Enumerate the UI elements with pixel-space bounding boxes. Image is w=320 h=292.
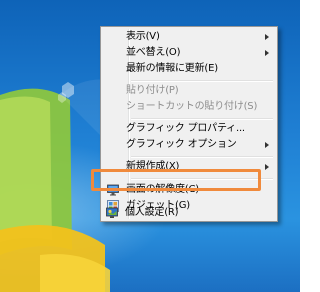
- menu-item-label: グラフィック プロパティ...: [126, 123, 245, 134]
- menu-item-paste-shortcut[interactable]: ショートカットの貼り付け(S): [103, 99, 275, 115]
- menu-item-sort[interactable]: 並べ替え(O): [103, 45, 275, 61]
- menu-item-personalize[interactable]: 個人設定(R): [102, 205, 276, 221]
- menu-item-refresh[interactable]: 最新の情報に更新(E): [103, 61, 275, 77]
- menu-item-label: 最新の情報に更新(E): [126, 63, 218, 74]
- menu-item-label: 表示(V): [126, 31, 160, 42]
- menu-item-graphics-properties[interactable]: グラフィック プロパティ...: [103, 121, 275, 137]
- menu-separator: [131, 118, 273, 120]
- menu-item-label: 貼り付け(P): [126, 85, 179, 96]
- menu-separator: [131, 80, 273, 82]
- menu-item-label: ショートカットの貼り付け(S): [126, 101, 258, 112]
- highlight-annotation-box: [91, 169, 261, 191]
- menu-item-view[interactable]: 表示(V): [103, 29, 275, 45]
- context-menu: 表示(V) 並べ替え(O) 最新の情報に更新(E) 貼り付け(P) ショートカッ…: [100, 26, 278, 222]
- menu-separator: [131, 156, 273, 158]
- personalize-icon: [106, 207, 118, 219]
- submenu-arrow-icon: [265, 142, 269, 148]
- menu-item-label: 個人設定(R): [125, 207, 179, 218]
- menu-item-label: グラフィック オプション: [126, 139, 237, 150]
- menu-item-label: 並べ替え(O): [126, 47, 181, 58]
- submenu-arrow-icon: [265, 34, 269, 40]
- submenu-arrow-icon: [265, 164, 269, 170]
- submenu-arrow-icon: [265, 50, 269, 56]
- menu-item-graphics-options[interactable]: グラフィック オプション: [103, 137, 275, 153]
- menu-item-paste[interactable]: 貼り付け(P): [103, 83, 275, 99]
